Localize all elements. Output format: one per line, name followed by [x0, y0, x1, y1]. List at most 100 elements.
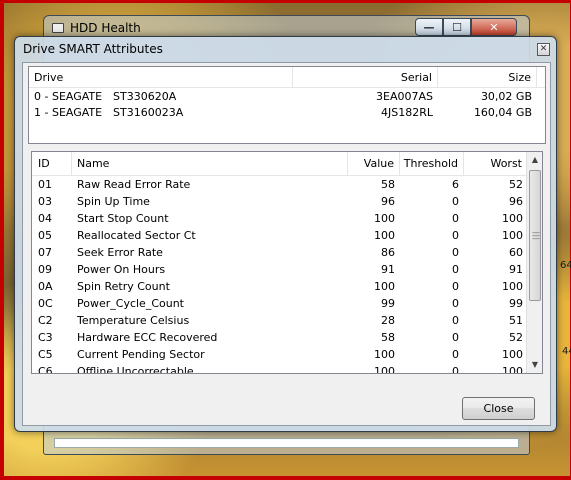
- window-title-bar: HDD Health: [52, 21, 141, 35]
- attribute-id: 0C: [38, 297, 53, 310]
- attribute-id: 0A: [38, 280, 53, 293]
- attribute-name: Offline Uncorrectable: [77, 365, 194, 374]
- attribute-threshold: 0: [452, 263, 459, 276]
- window-caption-buttons: — ☐ ✕: [415, 18, 517, 36]
- attribute-name: Seek Error Rate: [77, 246, 163, 259]
- drive-model: ST3160023A: [113, 105, 184, 119]
- column-header-threshold[interactable]: Threshold: [400, 152, 464, 175]
- attribute-threshold: 0: [452, 348, 459, 361]
- drive-serial: 4JS182RL: [381, 105, 433, 119]
- drive-size: 160,04 GB: [473, 105, 532, 119]
- drive-list[interactable]: Drive Serial Size 0 - SEAGATE ST330620A 3…: [28, 66, 546, 144]
- attribute-value: 99: [381, 297, 395, 310]
- attribute-name: Power_Cycle_Count: [77, 297, 184, 310]
- column-header-value[interactable]: Value: [348, 152, 400, 175]
- attribute-threshold: 6: [452, 178, 459, 191]
- grip-icon: — — —: [532, 228, 540, 243]
- attribute-id: 03: [38, 195, 52, 208]
- minimize-icon: —: [423, 20, 435, 34]
- attribute-id: C2: [38, 314, 53, 327]
- attribute-worst: 100: [502, 348, 523, 361]
- close-button[interactable]: Close: [462, 397, 535, 420]
- attribute-worst: 52: [509, 331, 523, 344]
- attribute-value: 100: [374, 365, 395, 374]
- scroll-down-arrow-icon[interactable]: ▼: [527, 357, 542, 373]
- attribute-value: 58: [381, 178, 395, 191]
- maximize-button[interactable]: ☐: [443, 18, 471, 36]
- attribute-list-header: ID Name Value Threshold Worst: [32, 152, 542, 176]
- dialog-close-button[interactable]: ✕: [537, 43, 550, 56]
- attribute-row[interactable]: 03 Spin Up Time 96 0 96: [32, 193, 542, 210]
- attribute-row[interactable]: 09 Power On Hours 91 0 91: [32, 261, 542, 278]
- attribute-threshold: 0: [452, 297, 459, 310]
- attribute-row[interactable]: 04 Start Stop Count 100 0 100: [32, 210, 542, 227]
- attribute-row[interactable]: 0C Power_Cycle_Count 99 0 99: [32, 295, 542, 312]
- attribute-id: 09: [38, 263, 52, 276]
- attribute-row[interactable]: C2 Temperature Celsius 28 0 51: [32, 312, 542, 329]
- attribute-worst: 100: [502, 212, 523, 225]
- column-header-size[interactable]: Size: [438, 67, 537, 87]
- scrollbar-thumb[interactable]: — — —: [529, 170, 541, 301]
- column-header-worst[interactable]: Worst: [464, 152, 528, 175]
- attribute-threshold: 0: [452, 246, 459, 259]
- scroll-up-arrow-icon[interactable]: ▲: [527, 152, 542, 168]
- drive-row[interactable]: 1 - SEAGATE ST3160023A 4JS182RL 160,04 GB: [29, 104, 545, 120]
- column-header-id[interactable]: ID: [32, 152, 72, 175]
- attribute-id: 01: [38, 178, 52, 191]
- dialog-body: Drive Serial Size 0 - SEAGATE ST330620A 3…: [22, 62, 551, 426]
- attribute-row[interactable]: C3 Hardware ECC Recovered 58 0 52: [32, 329, 542, 346]
- attribute-worst: 60: [509, 246, 523, 259]
- attribute-value: 58: [381, 331, 395, 344]
- window-status-area: [54, 438, 519, 448]
- drive-name: 1 - SEAGATE: [34, 105, 103, 119]
- attribute-threshold: 0: [452, 212, 459, 225]
- attribute-id: C3: [38, 331, 53, 344]
- smart-attribute-list[interactable]: ID Name Value Threshold Worst 01 Raw Read…: [31, 151, 543, 374]
- attribute-id: 04: [38, 212, 52, 225]
- attribute-rows: 01 Raw Read Error Rate 58 6 52 03 Spin Up Time…: [32, 176, 542, 374]
- attribute-name: Raw Read Error Rate: [77, 178, 191, 191]
- attribute-threshold: 0: [452, 365, 459, 374]
- minimize-button[interactable]: —: [415, 18, 443, 36]
- attribute-row[interactable]: C5 Current Pending Sector 100 0 100: [32, 346, 542, 363]
- attribute-threshold: 0: [452, 229, 459, 242]
- attribute-value: 96: [381, 195, 395, 208]
- column-header-name[interactable]: Name: [72, 152, 348, 175]
- attribute-value: 100: [374, 280, 395, 293]
- maximize-icon: ☐: [452, 20, 462, 34]
- attribute-id: 07: [38, 246, 52, 259]
- attribute-worst: 52: [509, 178, 523, 191]
- attribute-list-scrollbar[interactable]: ▲ — — — ▼: [526, 152, 542, 373]
- attribute-value: 100: [374, 229, 395, 242]
- column-header-serial[interactable]: Serial: [293, 67, 438, 87]
- attribute-worst: 100: [502, 229, 523, 242]
- attribute-worst: 96: [509, 195, 523, 208]
- attribute-row[interactable]: 07 Seek Error Rate 86 0 60: [32, 244, 542, 261]
- attribute-name: Spin Retry Count: [77, 280, 170, 293]
- attribute-row[interactable]: 05 Reallocated Sector Ct 100 0 100: [32, 227, 542, 244]
- drive-size: 30,02 GB: [480, 89, 532, 103]
- attribute-threshold: 0: [452, 314, 459, 327]
- window-close-button[interactable]: ✕: [471, 18, 517, 36]
- attribute-row[interactable]: 01 Raw Read Error Rate 58 6 52: [32, 176, 542, 193]
- attribute-value: 28: [381, 314, 395, 327]
- attribute-name: Hardware ECC Recovered: [77, 331, 218, 344]
- attribute-worst: 51: [509, 314, 523, 327]
- drive-row[interactable]: 0 - SEAGATE ST330620A 3EA007AS 30,02 GB: [29, 88, 545, 104]
- attribute-value: 100: [374, 212, 395, 225]
- attribute-name: Spin Up Time: [77, 195, 150, 208]
- attribute-name: Start Stop Count: [77, 212, 169, 225]
- attribute-worst: 99: [509, 297, 523, 310]
- drive-model: ST330620A: [113, 89, 177, 103]
- attribute-row[interactable]: C6 Offline Uncorrectable 100 0 100: [32, 363, 542, 374]
- attribute-value: 91: [381, 263, 395, 276]
- attribute-name: Reallocated Sector Ct: [77, 229, 196, 242]
- window-title: HDD Health: [70, 21, 141, 35]
- attribute-row[interactable]: 0A Spin Retry Count 100 0 100: [32, 278, 542, 295]
- smart-attributes-dialog: Drive SMART Attributes ✕ Drive Serial Si…: [14, 36, 557, 432]
- attribute-name: Temperature Celsius: [77, 314, 190, 327]
- attribute-worst: 100: [502, 365, 523, 374]
- attribute-threshold: 0: [452, 331, 459, 344]
- column-header-drive[interactable]: Drive: [29, 67, 293, 87]
- desktop-text: 44: [562, 346, 571, 357]
